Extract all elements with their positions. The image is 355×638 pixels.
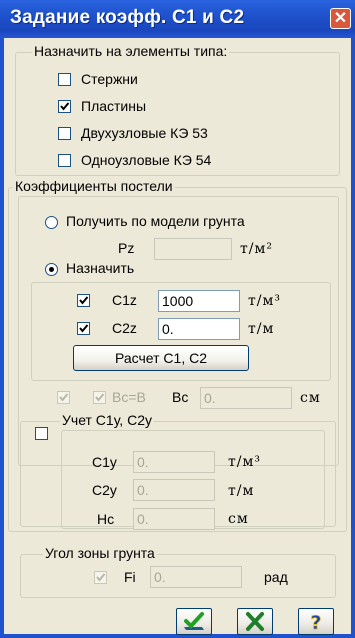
- fi-input[interactable]: 0.: [150, 566, 242, 588]
- c1y-unit: т/м³: [228, 454, 261, 470]
- check-mark-icon: [96, 573, 106, 582]
- close-button[interactable]: ✕: [330, 8, 351, 29]
- soil-model-label: Получить по модели грунта: [66, 213, 245, 229]
- bc-option-checkbox[interactable]: [57, 391, 70, 404]
- two-node-fe53-checkbox[interactable]: [58, 127, 71, 140]
- radio-dot-icon: [49, 267, 54, 272]
- check-mark-icon: [79, 324, 89, 333]
- hc-label: Hc: [97, 511, 115, 527]
- fi-unit: рад: [264, 569, 288, 585]
- bc-unit: см: [300, 390, 321, 406]
- c2z-label: C2z: [112, 320, 137, 336]
- svg-text:?: ?: [310, 612, 321, 632]
- c2z-input[interactable]: 0.: [158, 318, 240, 340]
- c1z-label: C1z: [112, 292, 137, 308]
- c1y-c2y-legend: Учет С1у, С2у: [60, 412, 154, 428]
- rods-label: Стержни: [81, 71, 138, 87]
- c1y-c2y-checkbox[interactable]: [35, 427, 48, 440]
- c2y-label: C2y: [92, 482, 117, 498]
- c2y-input[interactable]: 0.: [133, 479, 215, 501]
- hc-unit: см: [228, 511, 249, 527]
- assign-label: Назначить: [66, 260, 135, 276]
- one-node-fe54-checkbox[interactable]: [58, 154, 71, 167]
- bc-eq-b-checkbox[interactable]: [93, 391, 106, 404]
- calc-c1-c2-button[interactable]: Расчет С1, С2: [73, 345, 249, 371]
- rods-checkbox[interactable]: [58, 73, 71, 86]
- pz-input[interactable]: [154, 238, 232, 260]
- bed-coeffs-legend: Коэффициенты постели: [13, 178, 175, 194]
- two-node-fe53-label: Двухузловые КЭ 53: [81, 125, 208, 141]
- element-types-legend: Назначить на элементы типа:: [32, 43, 230, 59]
- window-border-left: [0, 38, 4, 638]
- bc-label: Bc: [172, 389, 189, 405]
- c1y-input[interactable]: 0.: [133, 451, 215, 473]
- check-mark-icon: [95, 393, 105, 402]
- plates-label: Пластины: [81, 98, 147, 114]
- cancel-button[interactable]: [237, 608, 273, 635]
- x-icon: [246, 612, 264, 631]
- soil-angle-legend: Угол зоны грунта: [43, 545, 157, 561]
- c1z-input[interactable]: 1000: [158, 290, 240, 312]
- question-icon: ?: [310, 612, 322, 632]
- title-bar: Задание коэфф. С1 и С2 ✕: [0, 0, 355, 38]
- ok-button[interactable]: [176, 608, 212, 635]
- help-button[interactable]: ?: [298, 608, 334, 635]
- c2z-checkbox[interactable]: [77, 322, 90, 335]
- pz-label: Pz: [118, 240, 135, 256]
- c2z-unit: т/м: [248, 321, 275, 337]
- soil-model-radio[interactable]: [45, 216, 58, 229]
- check-mark-icon: [59, 393, 69, 402]
- fi-label: Fi: [124, 569, 136, 585]
- check-mark-icon: [79, 296, 89, 305]
- window-title: Задание коэфф. С1 и С2: [10, 7, 245, 28]
- assign-radio[interactable]: [45, 263, 58, 276]
- hc-input[interactable]: 0.: [133, 508, 215, 530]
- bc-eq-b-label: Bc=B: [112, 389, 146, 405]
- bc-input[interactable]: 0.: [200, 387, 292, 409]
- pz-unit: т/м²: [240, 241, 273, 257]
- one-node-fe54-label: Одноузловые КЭ 54: [81, 152, 212, 168]
- c1z-unit: т/м³: [248, 293, 281, 309]
- c1y-label: C1y: [92, 454, 117, 470]
- c2y-unit: т/м: [228, 483, 255, 499]
- check-icon: [184, 612, 204, 630]
- dialog-window: Задание коэфф. С1 и С2 ✕ Назначить на эл…: [0, 0, 355, 638]
- check-mark-icon: [60, 102, 70, 111]
- window-border-right: [351, 38, 355, 638]
- fi-checkbox[interactable]: [94, 571, 107, 584]
- c1z-checkbox[interactable]: [77, 294, 90, 307]
- plates-checkbox[interactable]: [58, 100, 71, 113]
